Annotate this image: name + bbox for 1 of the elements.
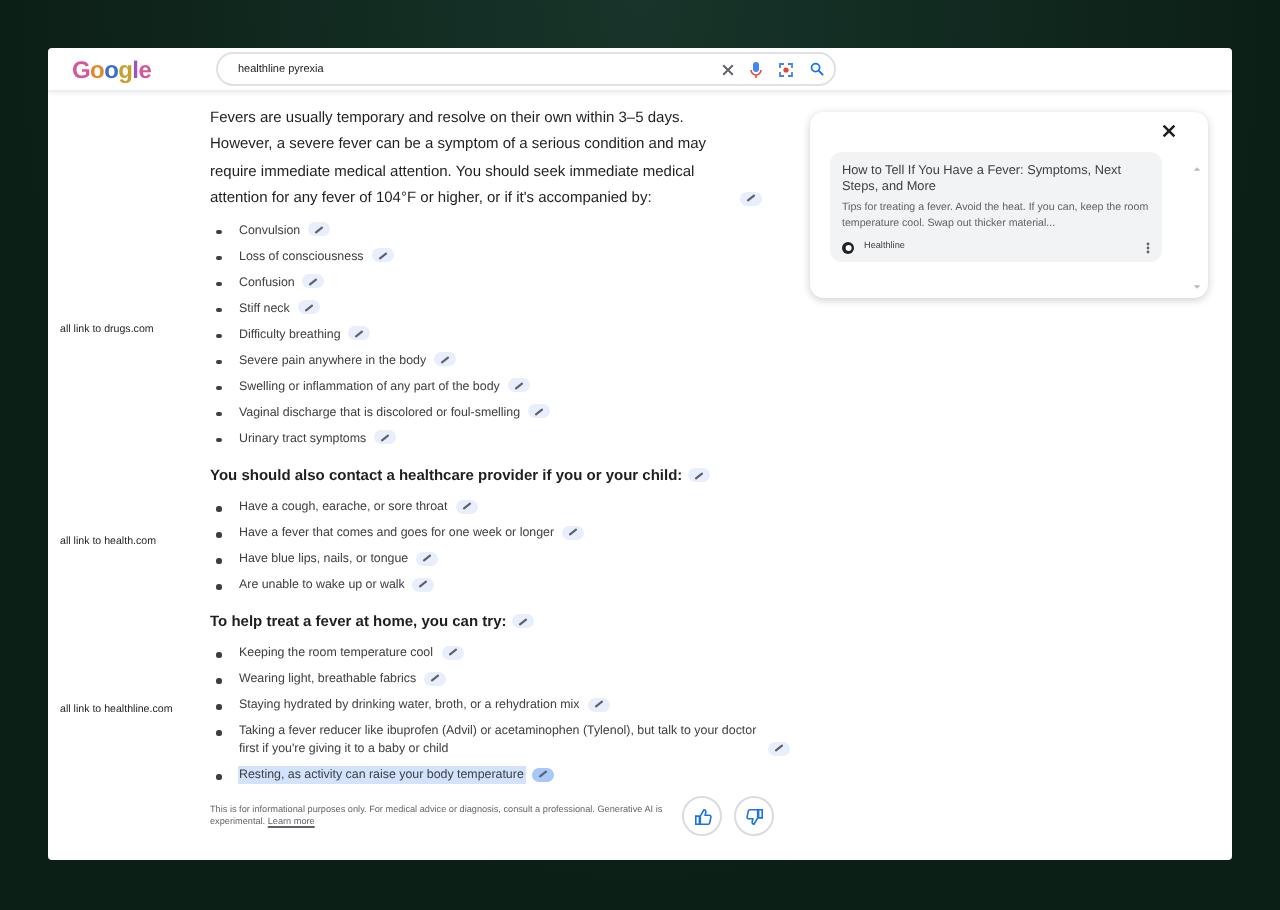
google-logo[interactable]: Google bbox=[72, 51, 192, 87]
